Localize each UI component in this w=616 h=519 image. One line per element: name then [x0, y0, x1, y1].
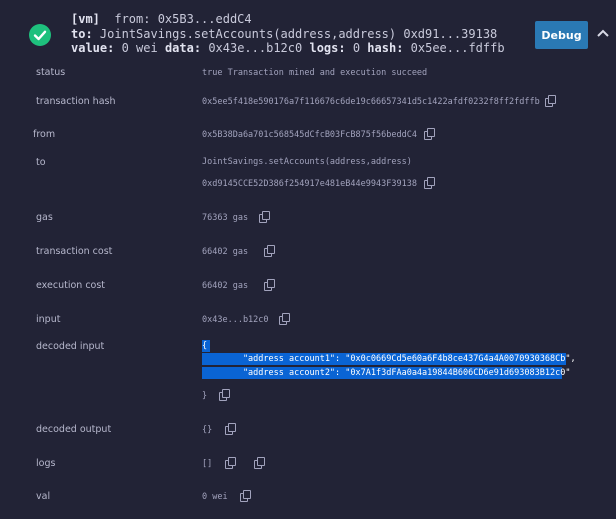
execution-cost-value: 66402 gas	[202, 281, 249, 291]
logs-label: logs	[36, 458, 56, 469]
copy-icon[interactable]	[254, 457, 265, 469]
transaction-cost-value: 66402 gas	[202, 247, 249, 257]
copy-icon[interactable]	[264, 245, 275, 257]
copy-icon[interactable]	[264, 279, 275, 291]
debug-button[interactable]: Debug	[535, 21, 588, 49]
execution-cost-label: execution cost	[36, 280, 106, 291]
input-label: input	[36, 314, 61, 325]
gas-value: 76363 gas	[202, 213, 249, 223]
decoded-output-value: {}	[202, 425, 213, 435]
copy-icon[interactable]	[279, 313, 290, 325]
transaction-summary: [vm] from: 0x5B3...eddC4 to: JointSaving…	[71, 12, 505, 56]
logs-value: []	[202, 459, 213, 469]
decoded-input-account2[interactable]: "address account2": "0x7A1f3dFAa0a4a1984…	[202, 367, 570, 379]
summary-data: 0x43e...b12c0	[208, 41, 303, 55]
copy-icon[interactable]	[424, 128, 435, 140]
copy-icon[interactable]	[240, 490, 251, 502]
status-label: status	[36, 67, 66, 78]
decoded-input-label: decoded input	[36, 341, 105, 352]
val-value: 0 wei	[202, 492, 228, 502]
transaction-cost-label: transaction cost	[36, 246, 113, 257]
summary-to: JointSavings.setAccounts(address,address…	[99, 26, 498, 41]
decoded-input-account1[interactable]: "address account1": "0x0c0669Cd5e60a6F4b…	[202, 353, 576, 365]
to-address: 0xd9145CCE52D386f254917e481eB44e9943F391…	[202, 179, 417, 189]
summary-logs-key: logs:	[309, 41, 346, 55]
summary-hash: 0x5ee...fdffb	[410, 41, 505, 55]
from-label: from	[33, 129, 56, 140]
copy-icon[interactable]	[259, 211, 270, 223]
to-label: to	[36, 157, 46, 168]
transaction-header[interactable]: [vm] from: 0x5B3...eddC4 to: JointSaving…	[0, 0, 616, 60]
decoded-input-close-brace: }	[202, 391, 208, 401]
to-value: JointSavings.setAccounts(address,address…	[202, 157, 412, 167]
decoded-output-label: decoded output	[36, 424, 112, 435]
status-value: true Transaction mined and execution suc…	[202, 68, 428, 78]
chevron-up-icon[interactable]	[597, 29, 609, 37]
gas-label: gas	[36, 212, 53, 223]
check-circle-icon	[29, 24, 51, 46]
copy-icon[interactable]	[225, 423, 236, 435]
copy-icon[interactable]	[545, 95, 556, 107]
summary-data-key: data:	[164, 41, 202, 55]
summary-from: from: 0x5B3...eddC4	[114, 12, 252, 26]
val-label: val	[36, 491, 51, 502]
decoded-input-open-brace[interactable]: {	[202, 340, 210, 352]
transaction-hash-value: 0x5ee5f418e590176a7f116676c6de19c6665734…	[202, 97, 540, 107]
summary-logs: 0	[352, 41, 361, 55]
from-value: 0x5B38Da6a701c568545dCfcB03FcB875f56bedd…	[202, 130, 417, 140]
summary-to-key: to:	[71, 26, 93, 41]
copy-icon[interactable]	[225, 457, 236, 469]
copy-icon[interactable]	[424, 177, 435, 189]
summary-value: 0 wei	[121, 41, 158, 55]
copy-icon[interactable]	[219, 389, 230, 401]
summary-value-key: value:	[71, 41, 115, 55]
transaction-hash-label: transaction hash	[36, 96, 116, 107]
input-value: 0x43e...b12c0	[202, 315, 269, 325]
vm-tag: [vm]	[71, 12, 100, 26]
summary-hash-key: hash:	[367, 41, 404, 55]
